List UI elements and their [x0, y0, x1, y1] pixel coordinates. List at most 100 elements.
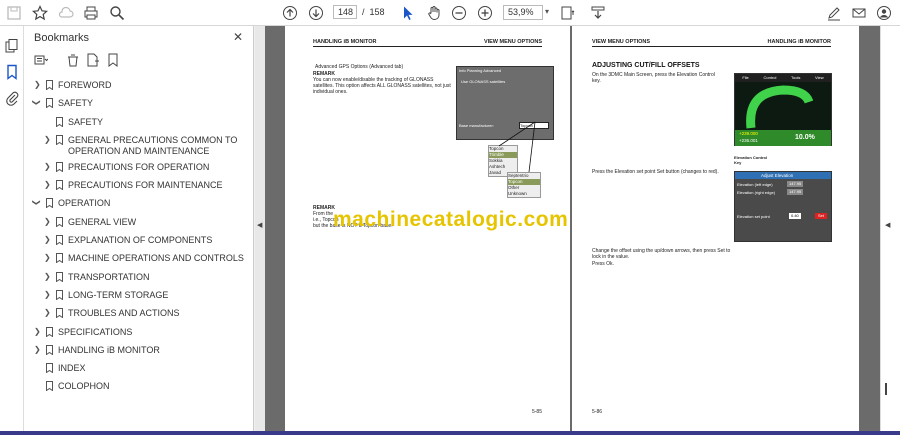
bookmark-flag-icon: [56, 134, 63, 145]
page-header-left: HANDLING iB MONITOR: [313, 39, 377, 45]
fit-page-icon[interactable]: [558, 4, 576, 22]
page-view-icon[interactable]: [589, 4, 607, 22]
bookmark-flag-icon: [46, 381, 53, 392]
bookmark-item[interactable]: ❯ SPECIFICATIONS: [24, 324, 252, 342]
page-down-icon[interactable]: [307, 4, 325, 22]
mail-icon[interactable]: [850, 4, 868, 22]
expand-right-panel-arrow-icon[interactable]: ◀: [885, 221, 890, 229]
bookmark-flag-icon: [56, 216, 63, 227]
bookmark-item[interactable]: ❯ GENERAL VIEW: [24, 214, 252, 232]
vertical-scrollbar[interactable]: ◀: [880, 26, 900, 435]
bookmark-star-icon[interactable]: [31, 4, 49, 22]
upload-cloud-icon[interactable]: [57, 4, 75, 22]
bookmark-label: HANDLING iB MONITOR: [58, 344, 160, 355]
watermark-text: machinecatalogic.com: [333, 208, 569, 231]
bookmark-item[interactable]: ❯ HANDLING iB MONITOR: [24, 342, 252, 360]
bookmark-flag-icon: [46, 80, 53, 90]
expand-chevron-icon[interactable]: ❯: [44, 290, 51, 299]
page-number-input[interactable]: 148: [333, 5, 357, 19]
bookmark-item[interactable]: ❯ TRANSPORTATION: [24, 269, 252, 287]
bookmark-label: PRECAUTIONS FOR MAINTENANCE: [68, 180, 223, 191]
bookmark-label: MACHINE OPERATIONS AND CONTROLS: [68, 253, 244, 264]
bookmark-label: SPECIFICATIONS: [58, 326, 133, 337]
expand-chevron-icon[interactable]: ❯: [44, 217, 51, 226]
expand-chevron-icon[interactable]: ❯: [44, 162, 51, 171]
dialog-titlebar: Adjust Elevation: [735, 172, 831, 179]
screen-menu: File Control Tools View: [735, 74, 831, 82]
bookmark-label: EXPLANATION OF COMPONENTS: [68, 235, 213, 246]
zoom-out-icon[interactable]: [450, 4, 468, 22]
step-4: Press Ok.: [592, 261, 614, 267]
scroll-thumb[interactable]: [885, 383, 887, 395]
bookmark-item[interactable]: INDEX: [24, 360, 252, 378]
bookmark-item[interactable]: ❯ MACHINE OPERATIONS AND CONTROLS: [24, 250, 252, 268]
new-bookmark-icon[interactable]: [86, 53, 100, 67]
bookmark-item[interactable]: ❯ PRECAUTIONS FOR OPERATION: [24, 159, 252, 177]
save-icon[interactable]: [5, 4, 23, 22]
page-up-icon[interactable]: [281, 4, 299, 22]
bookmark-flag-icon: [56, 253, 63, 264]
bookmark-label: PRECAUTIONS FOR OPERATION: [68, 161, 210, 172]
bookmarks-icon[interactable]: [3, 63, 21, 81]
bookmark-item[interactable]: ❯ GENERAL PRECAUTIONS COMMON TO OPERATIO…: [24, 132, 252, 159]
grade-value: 10.0%: [795, 134, 815, 141]
expand-chevron-icon[interactable]: ❯: [44, 180, 51, 189]
attachment-icon[interactable]: [3, 89, 21, 107]
bookmark-label: SAFETY: [58, 98, 94, 109]
expand-chevron-icon[interactable]: ❯: [44, 308, 51, 317]
page-thumbnails-icon[interactable]: [3, 37, 21, 55]
bookmarks-panel: Bookmarks ✕ ❯ FOREWORD ❯ SAFETY SAFETY ❯: [24, 26, 254, 435]
expand-chevron-icon[interactable]: ❯: [44, 272, 51, 281]
expand-chevron-icon[interactable]: ❯: [44, 235, 51, 244]
elevation-value: +239.000: [739, 131, 758, 136]
bookmark-flag-icon: [56, 180, 63, 191]
bookmark-item[interactable]: ❯ EXPLANATION OF COMPONENTS: [24, 232, 252, 250]
page-number: 5-86: [592, 409, 603, 415]
bookmark-item[interactable]: ❯ TROUBLES AND ACTIONS: [24, 305, 252, 323]
bookmark-flag-icon: [56, 308, 63, 319]
bookmark-item[interactable]: ❯ OPERATION: [24, 195, 252, 213]
screen-status-bar: +239.000 +236.001 10.0%: [735, 130, 831, 146]
bookmark-flag-icon: [46, 98, 53, 109]
tag-bookmark-icon[interactable]: [106, 53, 120, 67]
search-icon[interactable]: [108, 4, 126, 22]
page-navigator: 148 / 158: [333, 5, 385, 19]
field-label: Elevation set point: [737, 214, 770, 219]
bookmark-item[interactable]: COLOPHON: [24, 378, 252, 396]
bookmark-tree: ❯ FOREWORD ❯ SAFETY SAFETY ❯ GENERAL PRE…: [24, 77, 252, 397]
pdf-page-right: VIEW MENU OPTIONS HANDLING iB MONITOR AD…: [572, 26, 859, 435]
zoom-level-field[interactable]: 53,9%: [503, 5, 543, 20]
bookmark-label: COLOPHON: [58, 381, 110, 392]
select-cursor-icon[interactable]: [399, 4, 417, 22]
hand-tool-icon[interactable]: [425, 4, 443, 22]
bookmark-item[interactable]: SAFETY: [24, 114, 252, 132]
delete-icon[interactable]: [66, 53, 80, 67]
bullet-text: Advanced GPS Options (Advanced tab): [315, 64, 404, 70]
sign-pen-icon[interactable]: [825, 4, 843, 22]
collapse-chevron-icon[interactable]: ❯: [32, 99, 41, 106]
expand-chevron-icon[interactable]: ❯: [34, 327, 41, 336]
expand-chevron-icon[interactable]: ❯: [44, 253, 51, 262]
page-header-right: VIEW MENU OPTIONS: [483, 39, 542, 45]
expand-chevron-icon[interactable]: ❯: [34, 80, 41, 89]
zoom-in-icon[interactable]: [476, 4, 494, 22]
page-header-left: VIEW MENU OPTIONS: [592, 39, 651, 45]
account-icon[interactable]: [875, 4, 893, 22]
bookmark-item[interactable]: ❯ PRECAUTIONS FOR MAINTENANCE: [24, 177, 252, 195]
expand-chevron-icon[interactable]: ❯: [34, 345, 41, 354]
collapse-panel-arrow-icon[interactable]: ◀: [257, 221, 262, 229]
options-menu-icon[interactable]: [34, 53, 48, 67]
step-2: Press the Elevation set point Set button…: [592, 169, 719, 175]
section-title: ADJUSTING CUT/FILL OFFSETS: [592, 62, 700, 69]
bookmark-item[interactable]: ❯ FOREWORD: [24, 77, 252, 95]
expand-chevron-icon[interactable]: ❯: [44, 135, 51, 144]
panel-splitter[interactable]: ◀: [255, 26, 265, 435]
bookmark-item[interactable]: ❯ SAFETY: [24, 95, 252, 113]
print-icon[interactable]: [82, 4, 100, 22]
bookmark-flag-icon: [56, 161, 63, 172]
bookmark-item[interactable]: ❯ LONG-TERM STORAGE: [24, 287, 252, 305]
zoom-dropdown-chevron-icon[interactable]: ▾: [545, 7, 549, 16]
bookmark-flag-icon: [56, 235, 63, 246]
collapse-chevron-icon[interactable]: ❯: [32, 200, 41, 207]
close-icon[interactable]: ✕: [233, 30, 243, 44]
